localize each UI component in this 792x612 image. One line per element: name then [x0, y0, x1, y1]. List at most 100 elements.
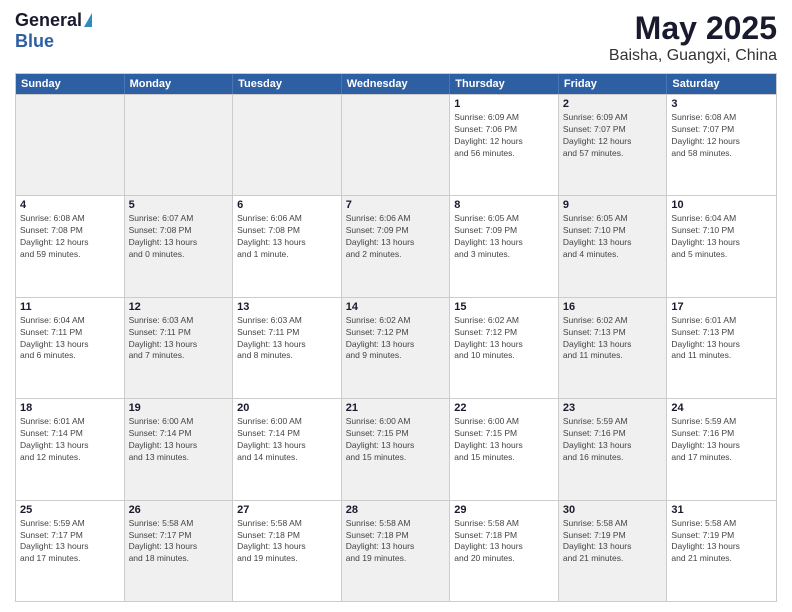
calendar-cell: 18Sunrise: 6:01 AM Sunset: 7:14 PM Dayli…	[16, 399, 125, 499]
cell-info: Sunrise: 6:05 AM Sunset: 7:10 PM Dayligh…	[563, 213, 663, 261]
calendar-body: 1 Sunrise: 6:09 AM Sunset: 7:06 PM Daylig…	[16, 94, 776, 601]
cell-info: Sunrise: 6:06 AM Sunset: 7:08 PM Dayligh…	[237, 213, 337, 261]
calendar-cell: 12Sunrise: 6:03 AM Sunset: 7:11 PM Dayli…	[125, 298, 234, 398]
cell-info: Sunrise: 6:00 AM Sunset: 7:15 PM Dayligh…	[454, 416, 554, 464]
calendar-cell: 3 Sunrise: 6:08 AM Sunset: 7:07 PM Daylig…	[667, 95, 776, 195]
cell-info: Sunrise: 6:08 AM Sunset: 7:08 PM Dayligh…	[20, 213, 120, 261]
cell-info: Sunrise: 6:02 AM Sunset: 7:13 PM Dayligh…	[563, 315, 663, 363]
calendar-cell: 29Sunrise: 5:58 AM Sunset: 7:18 PM Dayli…	[450, 501, 559, 601]
cell-info: Sunrise: 5:58 AM Sunset: 7:19 PM Dayligh…	[563, 518, 663, 566]
calendar-cell: 20 Sunrise: 6:00 AM Sunset: 7:14 PM Dayli…	[233, 399, 342, 499]
cell-info: Sunrise: 6:07 AM Sunset: 7:08 PM Dayligh…	[129, 213, 229, 261]
calendar-cell: 11 Sunrise: 6:04 AM Sunset: 7:11 PM Dayli…	[16, 298, 125, 398]
day-number: 6	[237, 199, 337, 211]
weekday-header: Friday	[559, 74, 668, 94]
logo-general: General	[15, 10, 82, 31]
cell-info: Sunrise: 6:04 AM Sunset: 7:11 PM Dayligh…	[20, 315, 120, 363]
calendar-cell: 26Sunrise: 5:58 AM Sunset: 7:17 PM Dayli…	[125, 501, 234, 601]
day-number: 7	[346, 199, 446, 211]
day-number: 10	[671, 199, 772, 211]
calendar-cell: 19 Sunrise: 6:00 AM Sunset: 7:14 PM Dayli…	[125, 399, 234, 499]
calendar-cell	[16, 95, 125, 195]
weekday-header: Saturday	[667, 74, 776, 94]
title-block: May 2025 Baisha, Guangxi, China	[609, 10, 777, 65]
day-number: 11	[20, 301, 120, 313]
day-number: 13	[237, 301, 337, 313]
calendar-row: 18Sunrise: 6:01 AM Sunset: 7:14 PM Dayli…	[16, 398, 776, 499]
page: General Blue May 2025 Baisha, Guangxi, C…	[0, 0, 792, 612]
day-number: 16	[563, 301, 663, 313]
calendar-cell: 21 Sunrise: 6:00 AM Sunset: 7:15 PM Dayli…	[342, 399, 451, 499]
weekday-header: Wednesday	[342, 74, 451, 94]
calendar-cell: 13 Sunrise: 6:03 AM Sunset: 7:11 PM Dayli…	[233, 298, 342, 398]
calendar-row: 1 Sunrise: 6:09 AM Sunset: 7:06 PM Daylig…	[16, 94, 776, 195]
calendar-cell: 7 Sunrise: 6:06 AM Sunset: 7:09 PM Daylig…	[342, 196, 451, 296]
day-number: 9	[563, 199, 663, 211]
day-number: 24	[671, 402, 772, 414]
day-number: 2	[563, 98, 663, 110]
calendar-cell: 9 Sunrise: 6:05 AM Sunset: 7:10 PM Daylig…	[559, 196, 668, 296]
weekday-header: Tuesday	[233, 74, 342, 94]
day-number: 1	[454, 98, 554, 110]
main-title: May 2025	[609, 10, 777, 47]
calendar-cell: 17 Sunrise: 6:01 AM Sunset: 7:13 PM Dayli…	[667, 298, 776, 398]
day-number: 27	[237, 504, 337, 516]
weekday-header: Monday	[125, 74, 234, 94]
day-number: 5	[129, 199, 229, 211]
cell-info: Sunrise: 6:09 AM Sunset: 7:06 PM Dayligh…	[454, 112, 554, 160]
cell-info: Sunrise: 6:08 AM Sunset: 7:07 PM Dayligh…	[671, 112, 772, 160]
calendar-cell: 31 Sunrise: 5:58 AM Sunset: 7:19 PM Dayli…	[667, 501, 776, 601]
day-number: 3	[671, 98, 772, 110]
cell-info: Sunrise: 5:58 AM Sunset: 7:17 PM Dayligh…	[129, 518, 229, 566]
calendar-cell: 14Sunrise: 6:02 AM Sunset: 7:12 PM Dayli…	[342, 298, 451, 398]
logo-icon	[84, 13, 92, 27]
calendar-cell	[342, 95, 451, 195]
cell-info: Sunrise: 6:00 AM Sunset: 7:14 PM Dayligh…	[129, 416, 229, 464]
calendar-cell: 28 Sunrise: 5:58 AM Sunset: 7:18 PM Dayli…	[342, 501, 451, 601]
calendar-cell: 30 Sunrise: 5:58 AM Sunset: 7:19 PM Dayli…	[559, 501, 668, 601]
day-number: 17	[671, 301, 772, 313]
calendar-row: 11 Sunrise: 6:04 AM Sunset: 7:11 PM Dayli…	[16, 297, 776, 398]
day-number: 28	[346, 504, 446, 516]
day-number: 21	[346, 402, 446, 414]
cell-info: Sunrise: 6:01 AM Sunset: 7:14 PM Dayligh…	[20, 416, 120, 464]
calendar-cell: 16 Sunrise: 6:02 AM Sunset: 7:13 PM Dayli…	[559, 298, 668, 398]
calendar-cell: 1 Sunrise: 6:09 AM Sunset: 7:06 PM Daylig…	[450, 95, 559, 195]
logo: General Blue	[15, 10, 92, 52]
day-number: 20	[237, 402, 337, 414]
calendar-cell: 23 Sunrise: 5:59 AM Sunset: 7:16 PM Dayli…	[559, 399, 668, 499]
calendar-cell: 10 Sunrise: 6:04 AM Sunset: 7:10 PM Dayli…	[667, 196, 776, 296]
calendar-cell: 22 Sunrise: 6:00 AM Sunset: 7:15 PM Dayli…	[450, 399, 559, 499]
cell-info: Sunrise: 6:00 AM Sunset: 7:15 PM Dayligh…	[346, 416, 446, 464]
calendar-cell: 25Sunrise: 5:59 AM Sunset: 7:17 PM Dayli…	[16, 501, 125, 601]
cell-info: Sunrise: 5:58 AM Sunset: 7:18 PM Dayligh…	[237, 518, 337, 566]
subtitle: Baisha, Guangxi, China	[609, 47, 777, 65]
cell-info: Sunrise: 6:02 AM Sunset: 7:12 PM Dayligh…	[454, 315, 554, 363]
calendar-cell: 8 Sunrise: 6:05 AM Sunset: 7:09 PM Daylig…	[450, 196, 559, 296]
cell-info: Sunrise: 6:04 AM Sunset: 7:10 PM Dayligh…	[671, 213, 772, 261]
cell-info: Sunrise: 6:06 AM Sunset: 7:09 PM Dayligh…	[346, 213, 446, 261]
day-number: 31	[671, 504, 772, 516]
weekday-header: Sunday	[16, 74, 125, 94]
calendar-cell: 24 Sunrise: 5:59 AM Sunset: 7:16 PM Dayli…	[667, 399, 776, 499]
cell-info: Sunrise: 5:59 AM Sunset: 7:17 PM Dayligh…	[20, 518, 120, 566]
day-number: 22	[454, 402, 554, 414]
weekday-header: Thursday	[450, 74, 559, 94]
day-number: 19	[129, 402, 229, 414]
cell-info: Sunrise: 5:58 AM Sunset: 7:19 PM Dayligh…	[671, 518, 772, 566]
calendar-cell: 15Sunrise: 6:02 AM Sunset: 7:12 PM Dayli…	[450, 298, 559, 398]
cell-info: Sunrise: 5:58 AM Sunset: 7:18 PM Dayligh…	[346, 518, 446, 566]
cell-info: Sunrise: 5:59 AM Sunset: 7:16 PM Dayligh…	[563, 416, 663, 464]
day-number: 30	[563, 504, 663, 516]
calendar-cell	[233, 95, 342, 195]
calendar-cell: 2Sunrise: 6:09 AM Sunset: 7:07 PM Daylig…	[559, 95, 668, 195]
cell-info: Sunrise: 6:01 AM Sunset: 7:13 PM Dayligh…	[671, 315, 772, 363]
cell-info: Sunrise: 6:05 AM Sunset: 7:09 PM Dayligh…	[454, 213, 554, 261]
day-number: 8	[454, 199, 554, 211]
header: General Blue May 2025 Baisha, Guangxi, C…	[15, 10, 777, 65]
cell-info: Sunrise: 5:59 AM Sunset: 7:16 PM Dayligh…	[671, 416, 772, 464]
cell-info: Sunrise: 6:00 AM Sunset: 7:14 PM Dayligh…	[237, 416, 337, 464]
cell-info: Sunrise: 6:03 AM Sunset: 7:11 PM Dayligh…	[237, 315, 337, 363]
day-number: 23	[563, 402, 663, 414]
calendar-header: SundayMondayTuesdayWednesdayThursdayFrid…	[16, 74, 776, 94]
